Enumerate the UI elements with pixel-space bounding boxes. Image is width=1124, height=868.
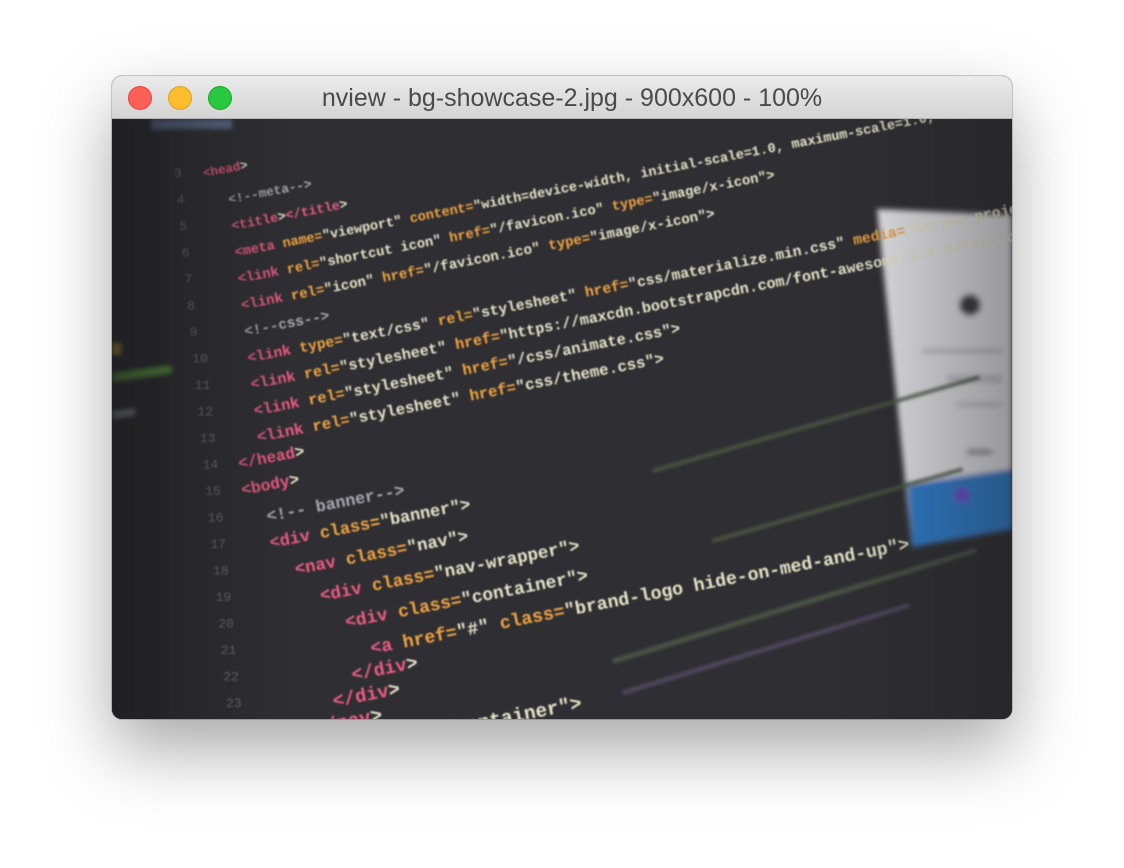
image-viewport: 3456789101112131415161718192021222324252… <box>112 119 1012 719</box>
close-button[interactable] <box>128 86 152 110</box>
code-photo: 3456789101112131415161718192021222324252… <box>112 119 1012 719</box>
window-title: nview - bg-showcase-2.jpg - 900x600 - 10… <box>321 84 823 112</box>
zoom-button[interactable] <box>208 86 232 110</box>
app-window: nview - bg-showcase-2.jpg - 900x600 - 10… <box>112 76 1012 719</box>
title-bar[interactable]: nview - bg-showcase-2.jpg - 900x600 - 10… <box>112 76 1012 119</box>
minimize-button[interactable] <box>168 86 192 110</box>
